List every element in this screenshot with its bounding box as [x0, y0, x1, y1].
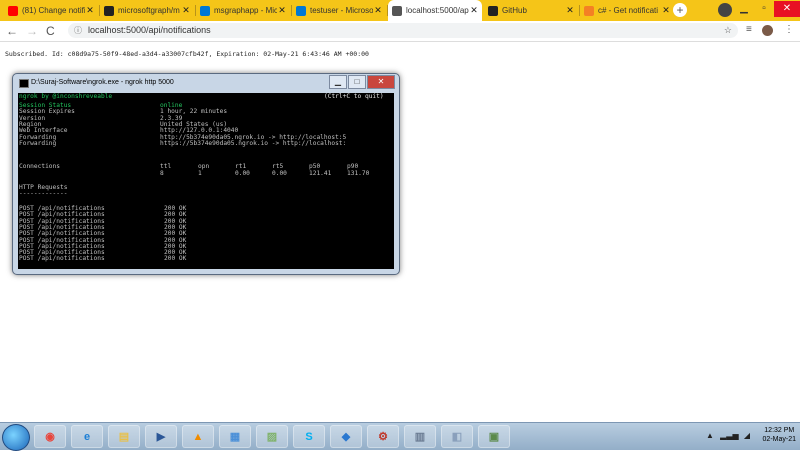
explorer-icon[interactable]: ▤ [108, 425, 140, 448]
console-close-button[interactable]: ✕ [367, 75, 395, 89]
clock-date: 02-May-21 [762, 436, 796, 443]
address-url: localhost:5000/api/notifications [88, 25, 211, 35]
tab-label: GitHub [502, 6, 527, 15]
info-value: https://5b374e90da05.ngrok.io -> http://… [160, 139, 347, 147]
tab-label: microsoftgraph/m [118, 6, 180, 15]
signal-icon[interactable]: ▂▃▅ [720, 431, 738, 440]
azure-icon [296, 5, 306, 16]
globe-icon [392, 5, 402, 16]
taskbar: ◉ e ▤ ▶ ▲ ▦ ▨ S ◆ ⚙ ▥ ◧ ▣ ▲ ▂▃▅ ◢ 12:32 PM 02-May-21 [0, 422, 800, 451]
connections-value: 0.00 [235, 169, 250, 177]
menu-icon[interactable]: ⋮ [784, 24, 794, 35]
tray-icons: ▲ ▂▃▅ ◢ [706, 431, 750, 440]
connections-label: Connections [19, 163, 60, 170]
minimize-button[interactable]: ▁ [734, 1, 754, 17]
console-app-icon [19, 79, 29, 88]
clock-time: 12:32 PM [764, 427, 795, 434]
console-output: ngrok by @inconshreveable (Ctrl+C to qui… [18, 93, 394, 269]
profile-avatar-icon[interactable] [718, 3, 732, 17]
request-row: POST /api/notifications [19, 255, 105, 263]
terminal-icon[interactable]: ▣ [478, 425, 510, 448]
info-key: Forwarding [19, 139, 57, 147]
tab-3[interactable]: testuser - Microso ✕ [292, 0, 386, 21]
console-maximize-button[interactable]: □ [348, 75, 366, 89]
skype-icon[interactable]: S [293, 425, 325, 448]
reading-list-icon[interactable]: ≡ [746, 24, 752, 35]
tab-close-icon[interactable]: ✕ [661, 5, 671, 16]
window-controls: ▁ ▫ ✕ [734, 0, 800, 21]
profile-icon[interactable] [762, 25, 773, 36]
connections-value: 121.41 [309, 169, 332, 177]
tab-label: msgraphapp - Mic [214, 6, 277, 15]
tab-label: testuser - Microso [310, 6, 373, 15]
console-title: D:\Suraj-Software\ngrok.exe - ngrok http… [31, 79, 174, 86]
media-player-icon[interactable]: ▶ [145, 425, 177, 448]
github-icon [104, 5, 114, 16]
chrome-icon[interactable]: ◉ [34, 425, 66, 448]
ie-icon[interactable]: e [71, 425, 103, 448]
back-button[interactable]: ← [6, 24, 18, 38]
app-icon[interactable]: ◧ [441, 425, 473, 448]
tab-4[interactable]: localhost:5000/ap ✕ [388, 0, 482, 21]
request-status: 200 OK [164, 255, 187, 263]
tray-up-arrow-icon[interactable]: ▲ [706, 431, 714, 440]
control-panel-icon[interactable]: ▦ [219, 425, 251, 448]
reload-button[interactable]: C [46, 24, 55, 38]
response-text: Subscribed. Id: c08d9a75-50f9-48ed-a3d4-… [5, 50, 369, 58]
vlc-icon[interactable]: ▲ [182, 425, 214, 448]
tab-label: (81) Change notific [22, 6, 85, 15]
tab-label: c# - Get notificati [598, 6, 659, 15]
tab-2[interactable]: msgraphapp - Mic ✕ [196, 0, 290, 21]
new-tab-button[interactable]: + [673, 3, 687, 17]
tab-strip: (81) Change notific ✕ microsoftgraph/m ✕ msg… [0, 0, 800, 21]
close-window-button[interactable]: ✕ [774, 1, 800, 17]
connections-value: 1 [198, 169, 202, 177]
tab-6[interactable]: c# - Get notificati ✕ [580, 0, 674, 21]
ngrok-console-window[interactable]: D:\Suraj-Software\ngrok.exe - ngrok http… [12, 73, 400, 275]
network-icon[interactable]: ▥ [404, 425, 436, 448]
github-icon [488, 5, 498, 16]
vscode-icon[interactable]: ◆ [330, 425, 362, 448]
connections-value: 8 [160, 169, 164, 177]
tab-close-icon[interactable]: ✕ [373, 5, 383, 16]
http-requests-underline: ------------- [19, 190, 68, 197]
tab-close-icon[interactable]: ✕ [85, 5, 95, 16]
stackoverflow-icon [584, 5, 594, 16]
tab-label: localhost:5000/ap [406, 6, 469, 15]
youtube-icon [8, 5, 18, 16]
address-bar[interactable]: ⓘ localhost:5000/api/notifications ☆ [68, 23, 738, 38]
maximize-button[interactable]: ▫ [754, 1, 774, 17]
console-header-right: (Ctrl+C to quit) [324, 93, 384, 100]
tab-0[interactable]: (81) Change notific ✕ [4, 0, 98, 21]
forward-button[interactable]: → [26, 24, 38, 38]
clock[interactable]: 12:32 PM 02-May-21 [763, 426, 796, 444]
tool-icon[interactable]: ⚙ [367, 425, 399, 448]
folder-icon[interactable]: ▨ [256, 425, 288, 448]
tab-close-icon[interactable]: ✕ [565, 5, 575, 16]
console-header-left: ngrok by @inconshreveable [19, 93, 113, 100]
tab-5[interactable]: GitHub ✕ [484, 0, 578, 21]
tab-close-icon[interactable]: ✕ [181, 5, 191, 16]
start-button[interactable] [2, 424, 30, 451]
connections-value: 0.00 [272, 169, 287, 177]
connections-value: 131.70 [347, 169, 370, 177]
browser-toolbar: ← → C ⓘ localhost:5000/api/notifications… [0, 21, 800, 42]
azure-icon [200, 5, 210, 16]
info-icon[interactable]: ⓘ [74, 23, 82, 38]
tab-close-icon[interactable]: ✕ [469, 5, 479, 16]
bookmark-star-icon[interactable]: ☆ [724, 23, 732, 38]
console-titlebar[interactable]: D:\Suraj-Software\ngrok.exe - ngrok http… [13, 74, 399, 92]
volume-icon[interactable]: ◢ [744, 431, 750, 440]
tab-1[interactable]: microsoftgraph/m ✕ [100, 0, 194, 21]
tab-close-icon[interactable]: ✕ [277, 5, 287, 16]
console-minimize-button[interactable]: ▁ [329, 75, 347, 89]
